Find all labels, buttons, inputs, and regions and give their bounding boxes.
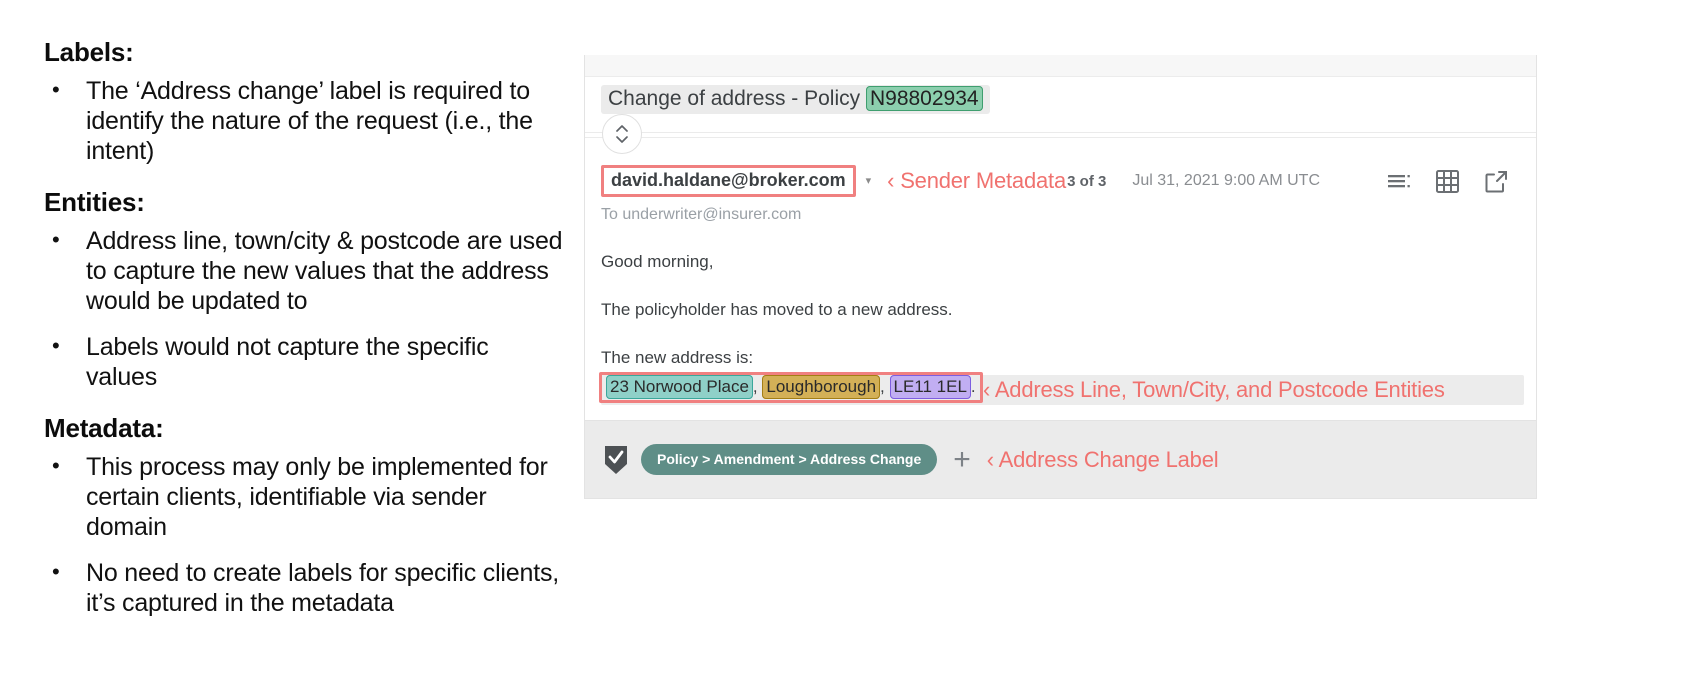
notes-section-metadata: Metadata: This process may only be imple… — [44, 412, 564, 618]
checked-shield-icon[interactable] — [603, 444, 629, 476]
list-item: Address line, town/city & postcode are u… — [44, 225, 564, 316]
list-item: The ‘Address change’ label is required t… — [44, 75, 564, 166]
entity-town-city[interactable]: Loughborough — [762, 375, 881, 399]
sender-highlight-box: david.haldane@broker.com — [601, 165, 856, 197]
chevron-up-down-icon — [616, 125, 628, 143]
subject-row: Change of address - Policy N98802934 — [585, 77, 1536, 118]
body-paragraph-2: The new address is: — [601, 348, 754, 367]
entity-address-line[interactable]: 23 Norwood Place — [606, 375, 753, 399]
label-footer-row: Policy > Amendment > Address Change + ‹ … — [585, 420, 1536, 498]
divider-line-upper — [585, 132, 1536, 133]
bullet-list-labels: The ‘Address change’ label is required t… — [44, 75, 564, 166]
list-item: No need to create labels for specific cl… — [44, 557, 564, 618]
section-heading-entities: Entities: — [44, 186, 145, 217]
list-item: This process may only be implemented for… — [44, 451, 564, 542]
message-count: 3 of 3 — [1067, 172, 1107, 190]
bullet-list-entities: Address line, town/city & postcode are u… — [44, 225, 564, 392]
annotation-address-change-label: ‹ Address Change Label — [986, 446, 1219, 472]
expand-collapse-toggle-button[interactable] — [602, 114, 642, 154]
open-external-icon[interactable] — [1485, 170, 1508, 193]
notes-section-entities: Entities: Address line, town/city & post… — [44, 186, 564, 392]
divider-line-lower — [585, 137, 1536, 138]
email-viewer-panel: Change of address - Policy N98802934 dav… — [584, 55, 1537, 499]
label-pill-address-change[interactable]: Policy > Amendment > Address Change — [641, 444, 938, 475]
list-item: Labels would not capture the specific va… — [44, 331, 564, 392]
entity-postcode[interactable]: LE11 1EL — [889, 375, 971, 399]
entity-separator-2: , — [880, 377, 890, 396]
explanatory-notes-column: Labels: The ‘Address change’ label is re… — [0, 0, 584, 684]
add-label-plus-icon[interactable]: + — [953, 444, 971, 475]
entities-highlight-box: 23 Norwood Place, Loughborough, LE11 1EL… — [599, 372, 983, 403]
thread-divider — [585, 114, 1536, 154]
entity-terminator: . — [970, 377, 976, 396]
body-greeting: Good morning, — [601, 252, 714, 271]
notes-section-labels: Labels: The ‘Address change’ label is re… — [44, 37, 564, 166]
entity-separator-1: , — [752, 377, 763, 396]
sender-details-chevron-down-icon[interactable]: ▾ — [866, 175, 872, 187]
message-timestamp: Jul 31, 2021 9:00 AM UTC — [1132, 172, 1320, 189]
recipient-line: To underwriter@insurer.com — [601, 206, 802, 223]
list-view-icon[interactable] — [1388, 173, 1410, 189]
annotation-sender-metadata: ‹ Sender Metadata — [887, 168, 1066, 193]
entity-annotation-strip: 23 Norwood Place, Loughborough, LE11 1EL… — [585, 372, 1536, 408]
sender-email-address[interactable]: david.haldane@broker.com — [611, 170, 846, 190]
section-heading-metadata: Metadata: — [44, 412, 164, 443]
email-subject: Change of address - Policy N98802934 — [601, 85, 990, 114]
bullet-list-metadata: This process may only be implemented for… — [44, 451, 564, 618]
grid-view-icon[interactable] — [1436, 169, 1459, 193]
section-heading-labels: Labels: — [44, 37, 134, 67]
entity-policy-number[interactable]: N98802934 — [865, 86, 983, 111]
panel-top-strip — [585, 55, 1536, 77]
annotation-entities: ‹ Address Line, Town/City, and Postcode … — [983, 377, 1445, 402]
body-paragraph-1: The policyholder has moved to a new addr… — [601, 300, 953, 319]
panel-body: Change of address - Policy N98802934 dav… — [585, 77, 1536, 498]
sender-metadata-row: david.haldane@broker.com ▾ ‹ Sender Meta… — [585, 154, 1536, 200]
subject-prefix-text: Change of address - Policy — [608, 87, 866, 110]
